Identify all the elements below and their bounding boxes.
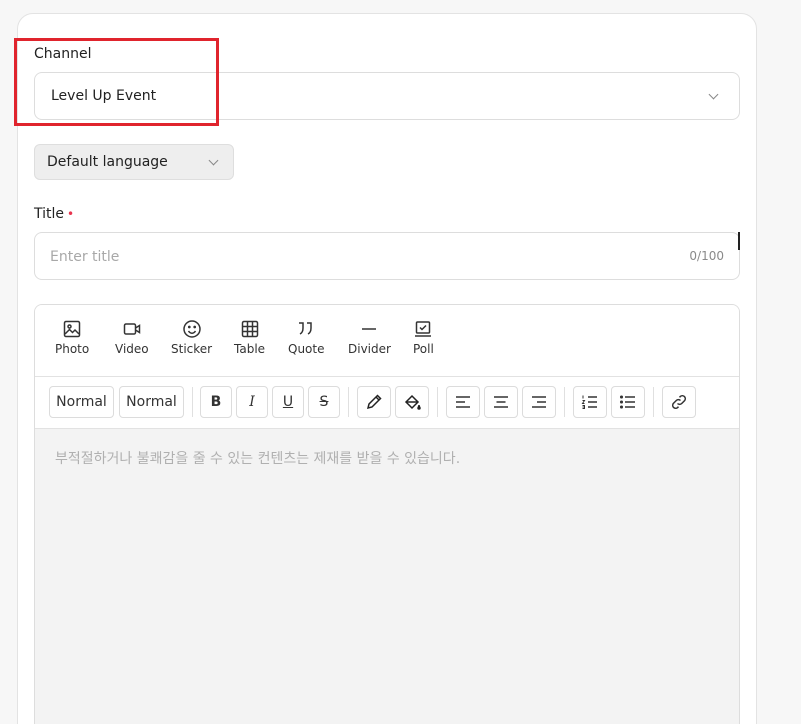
title-label-text: Title — [34, 206, 65, 222]
insert-sticker-button[interactable]: Sticker — [171, 319, 212, 356]
toolbar-divider — [348, 387, 349, 417]
ordered-list-icon — [581, 395, 597, 409]
heading-select[interactable]: Normal — [119, 386, 184, 418]
title-label: Title • — [34, 206, 74, 222]
ordered-list-button[interactable] — [573, 386, 607, 418]
strikethrough-button[interactable]: S — [308, 386, 340, 418]
text-color-button[interactable] — [357, 386, 391, 418]
insert-poll-label: Poll — [413, 342, 434, 356]
video-icon — [123, 323, 141, 335]
italic-button[interactable]: I — [236, 386, 268, 418]
align-left-button[interactable] — [446, 386, 480, 418]
language-selected-value: Default language — [47, 154, 168, 170]
align-left-icon — [456, 396, 470, 408]
insert-quote-label: Quote — [288, 342, 325, 356]
toolbar-divider — [192, 387, 193, 417]
insert-divider-button[interactable]: Divider — [348, 319, 391, 356]
insert-video-button[interactable]: Video — [115, 319, 149, 356]
channel-selected-value: Level Up Event — [51, 88, 157, 104]
image-icon — [63, 320, 81, 338]
quote-icon — [299, 322, 312, 335]
insert-photo-label: Photo — [55, 342, 90, 356]
content-editor[interactable]: Photo Video Sticker Table Quote Divider … — [34, 304, 740, 724]
toolbar-divider — [437, 387, 438, 417]
insert-toolbar: Photo Video Sticker Table Quote Divider … — [35, 305, 739, 377]
toolbar-divider — [653, 387, 654, 417]
insert-table-label: Table — [234, 342, 266, 356]
align-right-button[interactable] — [522, 386, 556, 418]
insert-quote-button[interactable]: Quote — [288, 319, 324, 356]
align-right-icon — [532, 396, 546, 408]
toolbar-divider — [564, 387, 565, 417]
align-center-icon — [494, 396, 508, 408]
highlight-color-button[interactable] — [395, 386, 429, 418]
required-mark: • — [67, 207, 75, 221]
link-button[interactable] — [662, 386, 696, 418]
table-icon — [241, 320, 258, 338]
insert-poll-button[interactable]: Poll — [413, 319, 434, 356]
channel-label: Channel — [34, 46, 92, 62]
title-field[interactable]: 0/100 — [34, 232, 740, 280]
chevron-down-icon — [208, 155, 219, 166]
insert-sticker-label: Sticker — [171, 342, 213, 356]
insert-video-label: Video — [115, 342, 149, 356]
chevron-down-icon — [708, 89, 719, 100]
text-cursor — [738, 232, 740, 250]
divider-icon — [362, 328, 377, 330]
title-input[interactable] — [50, 245, 650, 269]
bullet-list-icon — [619, 395, 635, 409]
channel-select[interactable]: Level Up Event — [34, 72, 740, 120]
format-toolbar: Normal Normal B I U S — [35, 377, 739, 429]
poll-icon — [415, 321, 432, 337]
title-char-counter: 0/100 — [689, 249, 724, 263]
insert-table-button[interactable]: Table — [234, 319, 265, 356]
pencil-icon — [366, 394, 382, 410]
underline-button[interactable]: U — [272, 386, 304, 418]
bold-button[interactable]: B — [200, 386, 232, 418]
smiley-icon — [182, 320, 201, 338]
editor-placeholder: 부적절하거나 불쾌감을 줄 수 있는 컨텐츠는 제재를 받을 수 있습니다. — [55, 451, 461, 467]
insert-photo-button[interactable]: Photo — [55, 319, 89, 356]
align-center-button[interactable] — [484, 386, 518, 418]
paint-bucket-icon — [404, 394, 421, 410]
link-icon — [671, 394, 687, 410]
font-size-select[interactable]: Normal — [49, 386, 114, 418]
insert-divider-label: Divider — [348, 342, 391, 356]
language-select[interactable]: Default language — [34, 144, 234, 180]
bullet-list-button[interactable] — [611, 386, 645, 418]
